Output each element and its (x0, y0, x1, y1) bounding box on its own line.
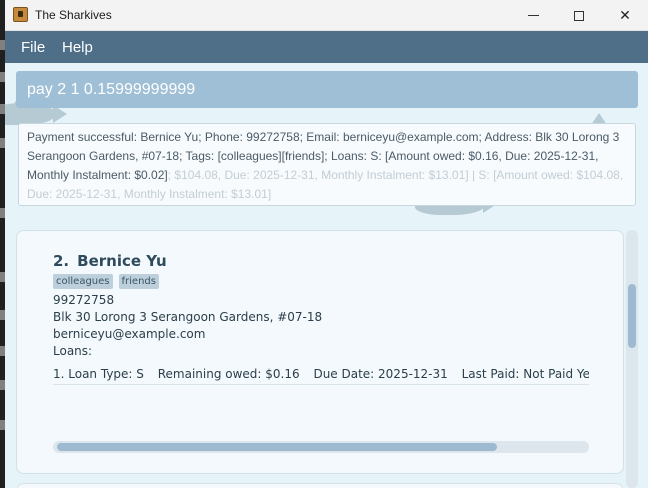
person-card[interactable]: 2. Bernice Yu colleagues friends 99272758… (16, 230, 624, 474)
scrollbar-thumb[interactable] (57, 443, 497, 451)
maximize-button[interactable] (556, 0, 602, 31)
close-button[interactable]: ✕ (602, 0, 648, 31)
person-list[interactable]: 2. Bernice Yu colleagues friends 99272758… (16, 230, 638, 488)
title-bar[interactable]: The Sharkives ✕ (5, 0, 648, 31)
vertical-scrollbar[interactable] (626, 230, 638, 488)
person-email: berniceyu@example.com (53, 327, 206, 341)
loans-label: Loans: (53, 344, 93, 358)
tag-badge: colleagues (53, 274, 113, 289)
scrollbar-thumb[interactable] (628, 284, 636, 348)
loan-due-date: Due Date: 2025-12-31 (313, 367, 448, 381)
horizontal-scrollbar[interactable] (53, 441, 589, 453)
minimize-icon (527, 15, 539, 16)
app-window: The Sharkives ✕ File Help Payment succes… (5, 0, 648, 488)
command-box (16, 71, 638, 108)
person-phone: 99272758 (53, 293, 115, 307)
loan-type: 1. Loan Type: S (53, 367, 144, 381)
loan-remaining: Remaining owed: $0.16 (157, 367, 300, 381)
menu-bar: File Help (5, 31, 648, 63)
tag-badge: friends (118, 274, 159, 289)
app-icon (13, 7, 28, 22)
person-card[interactable] (16, 483, 624, 488)
minimize-button[interactable] (510, 0, 556, 31)
loan-row: 1. Loan Type: S Remaining owed: $0.16 Du… (53, 367, 589, 383)
menu-file[interactable]: File (21, 39, 45, 56)
loan-last-paid: Last Paid: Not Paid Yet (461, 367, 589, 381)
divider (53, 384, 589, 385)
tag-list: colleagues friends (53, 274, 159, 289)
person-name: Bernice Yu (77, 252, 167, 270)
result-display: Payment successful: Bernice Yu; Phone: 9… (18, 123, 636, 206)
close-icon: ✕ (619, 7, 631, 24)
maximize-icon (574, 10, 584, 21)
window-title: The Sharkives (35, 8, 112, 22)
person-index: 2. (53, 252, 70, 270)
command-input[interactable] (16, 71, 638, 108)
person-address: Blk 30 Lorong 3 Serangoon Gardens, #07-1… (53, 310, 323, 324)
menu-help[interactable]: Help (62, 39, 93, 56)
